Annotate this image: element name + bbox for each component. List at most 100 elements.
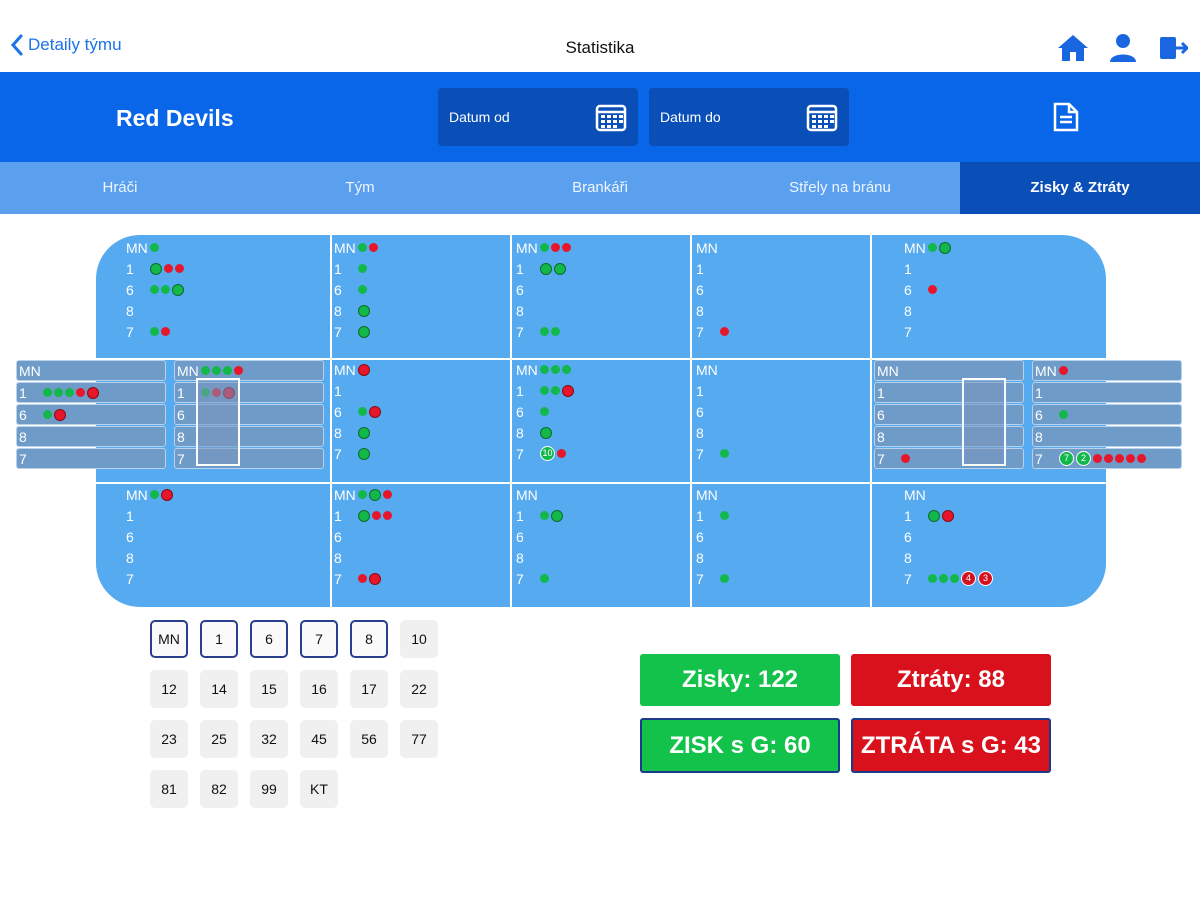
player-number-12[interactable]: 12 xyxy=(150,670,188,708)
nav-bar: Detaily týmu Statistika xyxy=(0,0,1200,72)
zone-top-4[interactable]: MN 1 6 8 7 xyxy=(696,237,731,342)
row-label: 6 xyxy=(126,528,134,545)
player-number-16[interactable]: 16 xyxy=(300,670,338,708)
player-number-22[interactable]: 22 xyxy=(400,670,438,708)
player-number-56[interactable]: 56 xyxy=(350,720,388,758)
zone-stat-row: 8 xyxy=(516,422,576,443)
row-label: 6 xyxy=(877,406,885,423)
player-number-kt[interactable]: KT xyxy=(300,770,338,808)
document-icon[interactable] xyxy=(1052,102,1080,137)
gain-marker xyxy=(358,426,370,439)
goal-box-right-outer[interactable]: MN 1 6 8 7 7 2 xyxy=(1032,360,1182,470)
row-label: 1 xyxy=(877,384,885,401)
zone-top-5[interactable]: MN 1 6 8 7 xyxy=(904,237,953,342)
gain-marker xyxy=(358,407,367,416)
row-label: 7 xyxy=(334,445,342,462)
goal-crease xyxy=(962,378,1006,466)
gain-marker xyxy=(150,262,162,275)
zone-stat-row: 8 xyxy=(696,300,731,321)
losses-button[interactable]: Ztráty: 88 xyxy=(851,654,1051,706)
row-label: 8 xyxy=(1035,428,1043,445)
loss-marker xyxy=(369,243,378,252)
gain-marker xyxy=(358,325,370,338)
player-number-23[interactable]: 23 xyxy=(150,720,188,758)
player-number-45[interactable]: 45 xyxy=(300,720,338,758)
player-number-1[interactable]: 1 xyxy=(200,620,238,658)
zone-stat-row: 7 xyxy=(904,321,953,342)
player-number-15[interactable]: 15 xyxy=(250,670,288,708)
goal-box-left-outer[interactable]: MN 1 6 8 7 xyxy=(16,360,166,470)
row-label: 1 xyxy=(696,507,704,524)
gain-marker xyxy=(150,285,159,294)
zone-mid-2[interactable]: MN 1 6 8 7 xyxy=(334,359,383,464)
gains-button[interactable]: Zisky: 122 xyxy=(640,654,840,706)
date-from-field[interactable]: Datum od xyxy=(438,88,638,146)
loss-marker xyxy=(1137,454,1146,463)
player-number-14[interactable]: 14 xyxy=(200,670,238,708)
row-label: 6 xyxy=(904,528,912,545)
zone-mid-4[interactable]: MN 1 6 8 7 xyxy=(696,359,731,464)
player-number-25[interactable]: 25 xyxy=(200,720,238,758)
row-label: MN xyxy=(177,362,199,379)
tab-team[interactable]: Tým xyxy=(240,162,480,214)
player-number-32[interactable]: 32 xyxy=(250,720,288,758)
zone-divider xyxy=(690,235,692,607)
zone-top-2[interactable]: MN 1 6 8 7 xyxy=(334,237,380,342)
row-label: 7 xyxy=(696,570,704,587)
loss-marker xyxy=(369,405,381,418)
user-icon[interactable] xyxy=(1106,31,1140,65)
zone-stat-row: 1 xyxy=(334,505,394,526)
row-label: 7 xyxy=(696,323,704,340)
gain-marker xyxy=(43,410,52,419)
zone-top-3[interactable]: MN 1 6 8 7 xyxy=(516,237,573,342)
player-number-82[interactable]: 82 xyxy=(200,770,238,808)
row-label: 1 xyxy=(126,507,134,524)
player-number-mn[interactable]: MN xyxy=(150,620,188,658)
gain-marker xyxy=(201,366,210,375)
zone-stat-row: 8 xyxy=(696,422,731,443)
date-to-field[interactable]: Datum do xyxy=(649,88,849,146)
player-number-17[interactable]: 17 xyxy=(350,670,388,708)
zone-bot-1[interactable]: MN 1 6 8 7 xyxy=(126,484,175,589)
player-number-81[interactable]: 81 xyxy=(150,770,188,808)
zone-stat-row: 1 xyxy=(16,382,166,403)
home-icon[interactable] xyxy=(1056,31,1090,65)
zone-stat-row: 8 xyxy=(516,300,573,321)
tab-gains-losses[interactable]: Zisky & Ztráty xyxy=(960,162,1200,214)
zone-stat-row: 772 xyxy=(1032,448,1182,469)
gain-marker xyxy=(150,243,159,252)
gains-with-goal-button[interactable]: ZISK s G: 60 xyxy=(640,718,840,773)
player-number-6[interactable]: 6 xyxy=(250,620,288,658)
zone-bot-3[interactable]: MN 1 6 8 7 xyxy=(516,484,565,589)
zone-bot-5[interactable]: MN 1 6 8 7 4 3 xyxy=(904,484,995,589)
row-label: 1 xyxy=(334,507,342,524)
player-number-99[interactable]: 99 xyxy=(250,770,288,808)
zone-divider xyxy=(870,235,872,607)
loss-marker xyxy=(1093,454,1102,463)
row-label: MN xyxy=(877,362,899,379)
team-name: Red Devils xyxy=(116,105,234,131)
zone-stat-row: MN xyxy=(904,237,953,258)
player-number-77[interactable]: 77 xyxy=(400,720,438,758)
tab-goalies[interactable]: Brankáři xyxy=(480,162,720,214)
zone-bot-2[interactable]: MN 1 6 8 7 xyxy=(334,484,394,589)
row-label: 8 xyxy=(19,428,27,445)
row-label: MN xyxy=(516,361,538,378)
gain-marker xyxy=(554,262,566,275)
gain-marker xyxy=(720,511,729,520)
zone-bot-4[interactable]: MN 1 6 8 7 xyxy=(696,484,731,589)
gain-marker xyxy=(720,574,729,583)
zone-top-1[interactable]: MN 1 6 8 7 xyxy=(126,237,186,342)
player-number-8[interactable]: 8 xyxy=(350,620,388,658)
tab-players[interactable]: Hráči xyxy=(0,162,240,214)
player-number-7[interactable]: 7 xyxy=(300,620,338,658)
row-label: 8 xyxy=(696,302,704,319)
gain-marker xyxy=(928,243,937,252)
zone-mid-3[interactable]: MN 1 6 8 7 10 xyxy=(516,359,576,464)
player-number-10[interactable]: 10 xyxy=(400,620,438,658)
zone-stat-row: 1 xyxy=(516,258,573,279)
logout-icon[interactable] xyxy=(1156,31,1190,65)
tab-shots[interactable]: Střely na bránu xyxy=(720,162,960,214)
losses-with-goal-button[interactable]: ZTRÁTA s G: 43 xyxy=(851,718,1051,773)
row-label: 6 xyxy=(516,403,524,420)
